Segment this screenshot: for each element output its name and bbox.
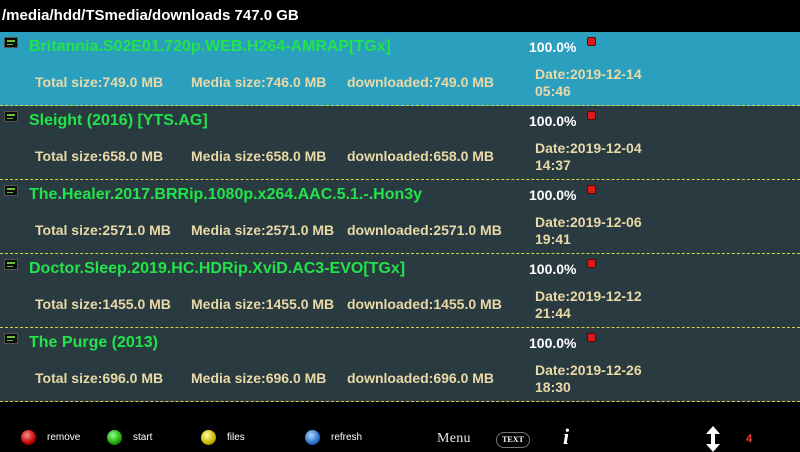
path-title: /media/hdd/TSmedia/downloads 747.0 GB (0, 0, 800, 32)
video-file-icon (4, 37, 18, 48)
menu-button[interactable]: Menu (437, 431, 471, 447)
item-date-block: Date:2019-12-14 05:46 (535, 66, 642, 100)
item-date-block: Date:2019-12-26 18:30 (535, 362, 642, 396)
item-date: Date:2019-12-26 (535, 362, 642, 378)
download-list: Britannia.S02E01.720p.WEB.H264-AMRAP[TGx… (0, 32, 800, 402)
item-name: The Purge (2013) (29, 334, 158, 351)
item-date: Date:2019-12-04 (535, 140, 642, 156)
refresh-label: refresh (331, 432, 363, 443)
item-percent: 100.0% (529, 39, 577, 55)
video-file-icon (4, 111, 18, 122)
item-name: Britannia.S02E01.720p.WEB.H264-AMRAP[TGx… (29, 38, 391, 55)
page-number: 4 (746, 433, 753, 445)
item-percent: 100.0% (529, 113, 577, 129)
item-date: Date:2019-12-12 (535, 288, 642, 304)
list-item[interactable]: The.Healer.2017.BRRip.1080p.x264.AAC.5.1… (0, 180, 800, 254)
item-downloaded: downloaded:696.0 MB (347, 370, 495, 386)
item-date: Date:2019-12-14 (535, 66, 642, 82)
list-item[interactable]: Sleight (2016) [YTS.AG] 100.0% Total siz… (0, 106, 800, 180)
item-name: The.Healer.2017.BRRip.1080p.x264.AAC.5.1… (29, 186, 423, 203)
item-downloaded: downloaded:1455.0 MB (347, 296, 502, 312)
item-total-size: Total size:1455.0 MB (35, 296, 171, 312)
item-media-size: Media size:746.0 MB (191, 74, 327, 90)
item-media-size: Media size:658.0 MB (191, 148, 327, 164)
item-time: 21:44 (535, 305, 571, 321)
item-media-size: Media size:696.0 MB (191, 370, 327, 386)
item-total-size: Total size:658.0 MB (35, 148, 164, 164)
item-name: Sleight (2016) [YTS.AG] (29, 112, 208, 129)
remove-label: remove (47, 432, 81, 443)
red-square-icon (587, 259, 596, 268)
item-downloaded: downloaded:658.0 MB (347, 148, 495, 164)
red-button-icon (21, 430, 36, 445)
item-time: 05:46 (535, 83, 571, 99)
item-percent: 100.0% (529, 187, 577, 203)
list-item[interactable]: Doctor.Sleep.2019.HC.HDRip.XviD.AC3-EVO[… (0, 254, 800, 328)
green-button-icon (107, 430, 122, 445)
item-media-size: Media size:2571.0 MB (191, 222, 335, 238)
yellow-button-icon (201, 430, 216, 445)
text-button[interactable]: TEXT (496, 432, 530, 448)
video-file-icon (4, 185, 18, 196)
info-button[interactable]: i (563, 424, 569, 450)
video-file-icon (4, 259, 18, 270)
start-label: start (133, 432, 153, 443)
item-percent: 100.0% (529, 335, 577, 351)
item-time: 19:41 (535, 231, 571, 247)
item-total-size: Total size:696.0 MB (35, 370, 164, 386)
item-name: Doctor.Sleep.2019.HC.HDRip.XviD.AC3-EVO[… (29, 260, 406, 277)
item-date: Date:2019-12-06 (535, 214, 642, 230)
red-square-icon (587, 333, 596, 342)
item-time: 14:37 (535, 157, 571, 173)
item-date-block: Date:2019-12-06 19:41 (535, 214, 642, 248)
list-item[interactable]: The Purge (2013) 100.0% Total size:696.0… (0, 328, 800, 402)
red-square-icon (587, 37, 596, 46)
item-media-size: Media size:1455.0 MB (191, 296, 335, 312)
button-bar: remove start files refresh Menu TEXT i 4 (0, 402, 800, 452)
item-percent: 100.0% (529, 261, 577, 277)
item-time: 18:30 (535, 379, 571, 395)
red-square-icon (587, 185, 596, 194)
red-square-icon (587, 111, 596, 120)
item-downloaded: downloaded:2571.0 MB (347, 222, 502, 238)
blue-button-icon (305, 430, 320, 445)
files-label: files (227, 432, 245, 443)
item-total-size: Total size:2571.0 MB (35, 222, 171, 238)
video-file-icon (4, 333, 18, 344)
item-total-size: Total size:749.0 MB (35, 74, 164, 90)
list-item[interactable]: Britannia.S02E01.720p.WEB.H264-AMRAP[TGx… (0, 32, 800, 106)
item-date-block: Date:2019-12-12 21:44 (535, 288, 642, 322)
up-down-arrow-icon[interactable] (705, 426, 721, 452)
item-date-block: Date:2019-12-04 14:37 (535, 140, 642, 174)
item-downloaded: downloaded:749.0 MB (347, 74, 495, 90)
